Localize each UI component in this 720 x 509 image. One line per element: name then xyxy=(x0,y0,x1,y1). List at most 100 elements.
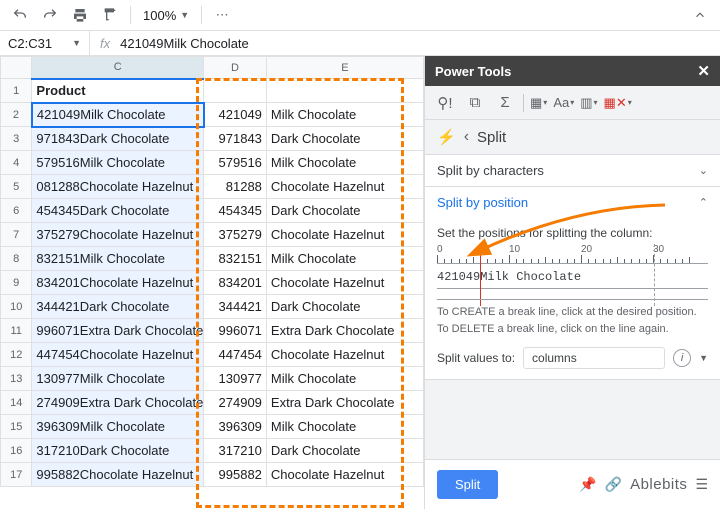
tool-dropdown[interactable]: ▦✕▾ xyxy=(604,95,632,111)
cell[interactable]: Milk Chocolate xyxy=(266,103,423,127)
zoom-select[interactable]: 100%▼ xyxy=(139,8,193,23)
cell[interactable] xyxy=(204,79,267,103)
row-header[interactable]: 8 xyxy=(1,247,32,271)
section-header[interactable]: Split by position⌃ xyxy=(425,187,720,218)
pin-icon[interactable]: 📌 xyxy=(579,476,596,493)
cell[interactable]: Chocolate Hazelnut xyxy=(266,271,423,295)
cell[interactable]: 421049Milk Chocolate xyxy=(32,103,204,127)
row-header[interactable]: 15 xyxy=(1,415,32,439)
cell[interactable]: 579516 xyxy=(204,151,267,175)
section-split-by-characters[interactable]: Split by characters⌄ xyxy=(425,154,720,187)
cell[interactable]: 834201Chocolate Hazelnut xyxy=(32,271,204,295)
cell[interactable]: Product xyxy=(32,79,204,103)
tool-icon[interactable]: ⚲! xyxy=(433,94,457,112)
split-button[interactable]: Split xyxy=(437,470,498,499)
cell[interactable]: 995882 xyxy=(204,463,267,487)
cell[interactable]: 081288Chocolate Hazelnut xyxy=(32,175,204,199)
tool-dropdown[interactable]: Aa▾ xyxy=(553,95,574,110)
spreadsheet[interactable]: C D E 1Product2421049Milk Chocolate42104… xyxy=(0,56,424,509)
cell[interactable]: Milk Chocolate xyxy=(266,367,423,391)
row-header[interactable]: 5 xyxy=(1,175,32,199)
cell[interactable]: 454345Dark Chocolate xyxy=(32,199,204,223)
cell[interactable]: 996071Extra Dark Chocolate xyxy=(32,319,204,343)
row-header[interactable]: 1 xyxy=(1,79,32,103)
cell[interactable]: Chocolate Hazelnut xyxy=(266,175,423,199)
cell[interactable]: Chocolate Hazelnut xyxy=(266,343,423,367)
cell[interactable]: 834201 xyxy=(204,271,267,295)
col-header-e[interactable]: E xyxy=(266,57,423,79)
formula-value[interactable]: 421049Milk Chocolate xyxy=(120,36,249,51)
row-header[interactable]: 4 xyxy=(1,151,32,175)
cell[interactable]: Dark Chocolate xyxy=(266,199,423,223)
row-header[interactable]: 3 xyxy=(1,127,32,151)
redo-icon[interactable] xyxy=(38,3,62,27)
cell[interactable]: 375279 xyxy=(204,223,267,247)
cell[interactable]: 130977Milk Chocolate xyxy=(32,367,204,391)
row-header[interactable]: 14 xyxy=(1,391,32,415)
row-header[interactable]: 13 xyxy=(1,367,32,391)
cell[interactable]: 375279Chocolate Hazelnut xyxy=(32,223,204,247)
cell[interactable]: 832151 xyxy=(204,247,267,271)
paint-format-icon[interactable] xyxy=(98,3,122,27)
close-icon[interactable]: ✕ xyxy=(697,62,710,80)
tool-icon[interactable]: Σ xyxy=(493,94,517,111)
tool-dropdown[interactable]: ▥▾ xyxy=(580,95,597,111)
cell[interactable]: Milk Chocolate xyxy=(266,415,423,439)
cell[interactable]: Milk Chocolate xyxy=(266,247,423,271)
row-header[interactable]: 16 xyxy=(1,439,32,463)
cell[interactable]: 317210 xyxy=(204,439,267,463)
row-header[interactable]: 11 xyxy=(1,319,32,343)
cell[interactable]: 421049 xyxy=(204,103,267,127)
corner-cell[interactable] xyxy=(1,57,32,79)
position-ruler[interactable]: 0102030 421049Milk Chocolate xyxy=(437,244,708,300)
cell[interactable]: 579516Milk Chocolate xyxy=(32,151,204,175)
cell[interactable]: Dark Chocolate xyxy=(266,295,423,319)
print-icon[interactable] xyxy=(68,3,92,27)
back-button[interactable]: ‹ xyxy=(464,128,469,146)
cell[interactable]: 971843 xyxy=(204,127,267,151)
cell[interactable]: 995882Chocolate Hazelnut xyxy=(32,463,204,487)
tool-icon[interactable]: ⧉ xyxy=(463,94,487,111)
more-icon[interactable]: ⋯ xyxy=(210,3,234,27)
row-header[interactable]: 9 xyxy=(1,271,32,295)
cell[interactable]: 832151Milk Chocolate xyxy=(32,247,204,271)
menu-icon[interactable]: ☰ xyxy=(695,476,708,493)
cell[interactable]: Dark Chocolate xyxy=(266,127,423,151)
cell[interactable]: 996071 xyxy=(204,319,267,343)
cell[interactable]: 317210Dark Chocolate xyxy=(32,439,204,463)
undo-icon[interactable] xyxy=(8,3,32,27)
cell[interactable]: 396309 xyxy=(204,415,267,439)
cell[interactable]: Chocolate Hazelnut xyxy=(266,463,423,487)
cell[interactable]: 274909Extra Dark Chocolate xyxy=(32,391,204,415)
info-icon[interactable]: i xyxy=(673,349,691,367)
cell[interactable]: 344421Dark Chocolate xyxy=(32,295,204,319)
bolt-icon[interactable]: ⚡ xyxy=(437,128,456,146)
cell[interactable]: Chocolate Hazelnut xyxy=(266,223,423,247)
link-icon[interactable]: 🔗 xyxy=(605,476,622,493)
row-header[interactable]: 10 xyxy=(1,295,32,319)
col-header-d[interactable]: D xyxy=(204,57,267,79)
row-header[interactable]: 7 xyxy=(1,223,32,247)
cell-reference-box[interactable]: C2:C31▼ xyxy=(0,31,90,55)
cell[interactable]: 447454 xyxy=(204,343,267,367)
cell[interactable]: 274909 xyxy=(204,391,267,415)
row-header[interactable]: 2 xyxy=(1,103,32,127)
cell[interactable]: 447454Chocolate Hazelnut xyxy=(32,343,204,367)
row-header[interactable]: 12 xyxy=(1,343,32,367)
cell[interactable]: 454345 xyxy=(204,199,267,223)
cell[interactable]: 396309Milk Chocolate xyxy=(32,415,204,439)
tool-dropdown[interactable]: ▦▾ xyxy=(530,95,547,111)
col-header-c[interactable]: C xyxy=(32,57,204,79)
split-to-select[interactable]: columns xyxy=(523,347,665,369)
cell[interactable] xyxy=(266,79,423,103)
cell[interactable]: 130977 xyxy=(204,367,267,391)
cell[interactable]: Dark Chocolate xyxy=(266,439,423,463)
cell[interactable]: 81288 xyxy=(204,175,267,199)
cell[interactable]: 344421 xyxy=(204,295,267,319)
collapse-toolbar-icon[interactable] xyxy=(688,3,712,27)
cell[interactable]: Milk Chocolate xyxy=(266,151,423,175)
cell[interactable]: Extra Dark Chocolate xyxy=(266,319,423,343)
row-header[interactable]: 6 xyxy=(1,199,32,223)
cell[interactable]: 971843Dark Chocolate xyxy=(32,127,204,151)
row-header[interactable]: 17 xyxy=(1,463,32,487)
